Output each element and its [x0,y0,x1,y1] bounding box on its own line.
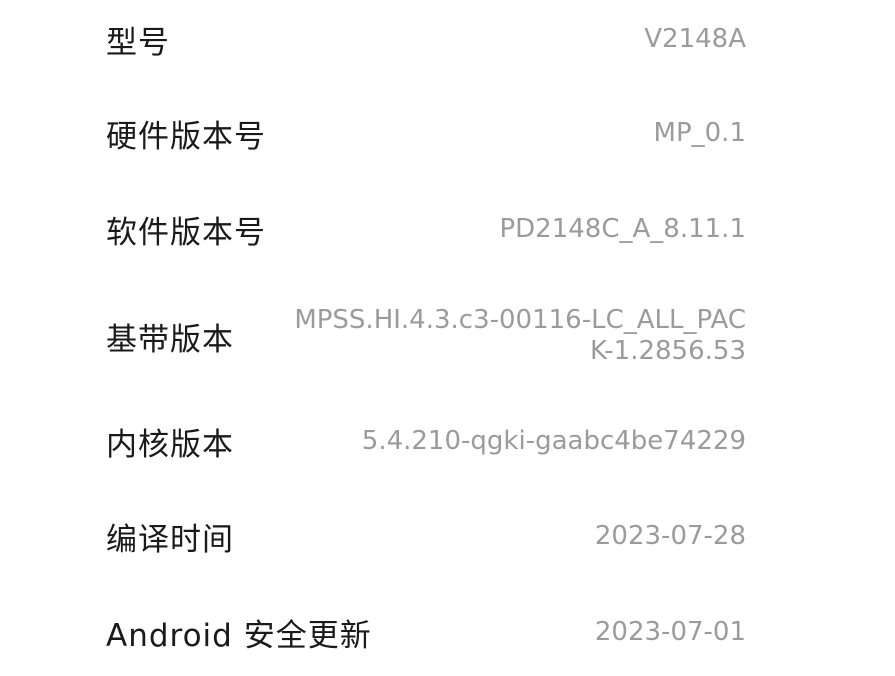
android-security-update-value: 2023-07-01 [594,617,746,647]
android-security-update-label: Android 安全更新 [106,617,372,654]
software-version-label: 软件版本号 [106,214,266,251]
model-label: 型号 [106,24,170,61]
kernel-version-row[interactable]: 内核版本 5.4.210-qgki-gaabc4be74229 [106,416,746,466]
android-security-update-row[interactable]: Android 安全更新 2023-07-01 [106,607,746,657]
baseband-version-value: MPSS.HI.4.3.c3-00116-LC_ALL_PACK-1.2856.… [294,305,746,366]
software-version-value: PD2148C_A_8.11.1 [499,214,746,244]
hardware-version-row[interactable]: 硬件版本号 MP_0.1 [106,108,746,158]
model-row[interactable]: 型号 V2148A [106,14,746,64]
software-version-row[interactable]: 软件版本号 PD2148C_A_8.11.1 [106,204,746,254]
build-time-row[interactable]: 编译时间 2023-07-28 [106,511,746,561]
hardware-version-label: 硬件版本号 [106,118,266,155]
baseband-version-row[interactable]: 基带版本 MPSS.HI.4.3.c3-00116-LC_ALL_PACK-1.… [106,300,746,372]
kernel-version-label: 内核版本 [106,426,234,463]
model-value: V2148A [644,24,746,54]
hardware-version-value: MP_0.1 [653,118,746,148]
build-time-value: 2023-07-28 [594,521,746,551]
baseband-version-label: 基带版本 [106,321,234,358]
kernel-version-value: 5.4.210-qgki-gaabc4be74229 [361,426,746,456]
build-time-label: 编译时间 [106,521,234,558]
about-phone-list: 型号 V2148A 硬件版本号 MP_0.1 软件版本号 PD2148C_A_8… [0,0,895,676]
